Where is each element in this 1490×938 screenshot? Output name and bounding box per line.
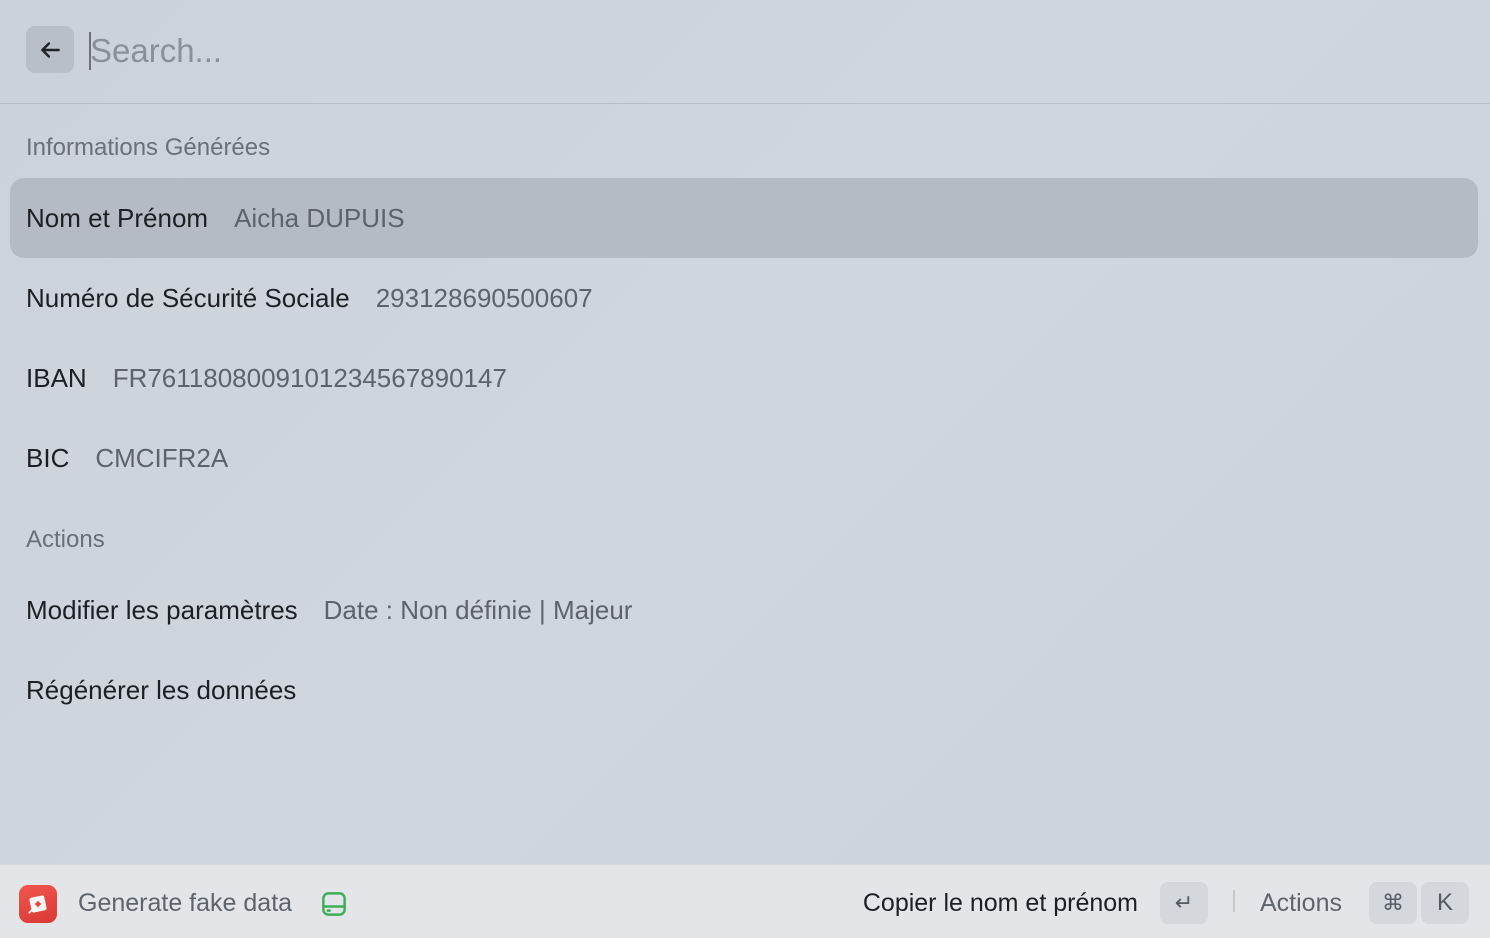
list-item-title: Nom et Prénom [26,202,209,233]
list-item-social-security[interactable]: Numéro de Sécurité Sociale 2931286905006… [10,258,1478,338]
list-item-subtitle: CMCIFR2A [95,442,229,473]
list-item-modify-settings[interactable]: Modifier les paramètres Date : Non défin… [10,570,1478,650]
list-item-title: BIC [26,442,70,473]
enter-key-hint: ↵ [1160,882,1208,924]
list-item-title: Numéro de Sécurité Sociale [26,282,350,313]
list-item-title: IBAN [26,362,87,393]
primary-action-button[interactable]: Copier le nom et prénom [863,889,1138,918]
list-item-bic[interactable]: BIC CMCIFR2A [10,418,1478,498]
generate-data-icon [19,885,57,923]
list-item-regenerate-data[interactable]: Régénérer les données [10,650,1478,730]
search-bar [0,0,1490,104]
search-input[interactable] [88,28,1450,74]
footer-divider [1233,890,1235,912]
section-title-actions: Actions [26,526,105,553]
list-item-iban[interactable]: IBAN FR7611808009101234567890147 [10,338,1478,418]
storage-icon [322,892,346,916]
k-key-hint: K [1421,882,1469,924]
list-item-title: Régénérer les données [26,674,297,705]
text-caret [89,32,91,70]
list-item-subtitle: Date : Non définie | Majeur [323,594,633,625]
back-button[interactable] [26,26,74,73]
list-item-subtitle: Aicha DUPUIS [234,202,405,233]
list-item-subtitle: FR7611808009101234567890147 [112,362,507,393]
actions-button[interactable]: Actions [1260,889,1342,918]
list-item-subtitle: 293128690500607 [375,282,593,313]
list-item-title: Modifier les paramètres [26,594,298,625]
list-item-full-name[interactable]: Nom et Prénom Aicha DUPUIS [10,178,1478,258]
arrow-left-icon [41,41,60,58]
action-bar: Generate fake data Copier le nom et prén… [0,864,1490,938]
section-title-generated-info: Informations Générées [26,134,271,161]
command-key-hint: ⌘ [1369,882,1417,924]
extension-name: Generate fake data [78,889,293,917]
raycast-window: Informations Générées Nom et Prénom Aich… [0,0,1490,938]
